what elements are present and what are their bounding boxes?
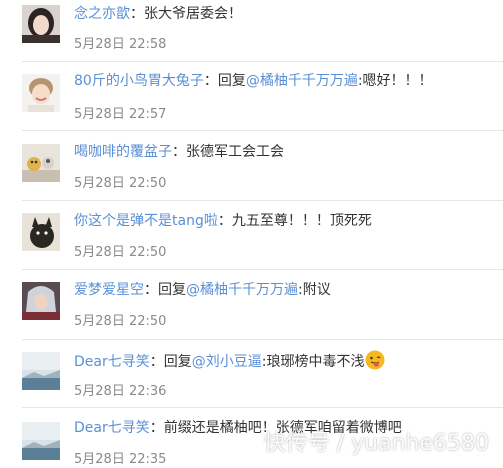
avatar[interactable] <box>22 352 60 390</box>
comment-time: 5月28日 22:57 <box>74 107 167 122</box>
comment-line: 喝咖啡的覆盆子：张德军工会工会 <box>74 143 284 161</box>
avatar-landscape-icon <box>22 352 60 390</box>
comment-text: 九五至尊！！！顶死死 <box>231 213 372 229</box>
comment-time: 5月28日 22:58 <box>74 37 167 52</box>
avatar-toys-icon <box>22 144 60 182</box>
comment-item: 你这个是弹不是tang啦：九五至尊！！！顶死死 5月28日 22:50 <box>0 201 503 270</box>
comment-line: Dear七寻笑：回复@刘小豆逼:琅琊榜中毒不浅 <box>74 350 385 371</box>
comment-line: 你这个是弹不是tang啦：九五至尊！！！顶死死 <box>74 212 372 230</box>
comment-line: 爱梦爱星空：回复@橘柚千千万万遍:附议 <box>74 281 331 299</box>
comment-separator: ： <box>172 144 186 160</box>
avatar[interactable] <box>22 213 60 251</box>
comment-separator: ： <box>217 213 232 229</box>
avatar-anime-character-icon <box>22 282 60 320</box>
avatar-dark-bird-icon <box>22 213 60 251</box>
comment-separator: ： <box>203 73 218 89</box>
avatar[interactable] <box>22 74 60 112</box>
comment-separator: ： <box>149 420 164 436</box>
comment-separator: ： <box>144 282 158 298</box>
watermark: 快传号 / yuanhe6580 <box>263 431 489 456</box>
comment-username[interactable]: 喝咖啡的覆盆子 <box>74 144 172 160</box>
reply-label: 回复 <box>163 354 192 370</box>
comment-item: 喝咖啡的覆盆子：张德军工会工会 5月28日 22:50 <box>0 131 503 201</box>
avatar-girl-dark-hair-icon <box>22 5 60 43</box>
comment-time: 5月28日 22:50 <box>74 245 167 260</box>
tongue-out-emoji-icon <box>365 350 385 370</box>
avatar[interactable] <box>22 422 60 460</box>
comment-username[interactable]: Dear七寻笑 <box>74 420 150 436</box>
comment-item: 念之亦歆：张大爷居委会！ 5月28日 22:58 <box>0 0 503 62</box>
avatar[interactable] <box>22 144 60 182</box>
reply-label: 回复 <box>158 282 186 298</box>
mention-link[interactable]: @刘小豆逼 <box>192 354 262 370</box>
comment-text: 嗯好！！！ <box>362 73 433 89</box>
comment-username[interactable]: 你这个是弹不是tang啦 <box>74 213 218 229</box>
comment-line: 念之亦歆：张大爷居委会！ <box>74 5 242 23</box>
comment-line: 80斤的小鸟胃大兔子：回复@橘柚千千万万遍:嗯好！！！ <box>74 72 433 90</box>
comment-text: 附议 <box>302 282 331 298</box>
comment-username[interactable]: 念之亦歆 <box>74 6 130 22</box>
avatar-smiling-girl-icon <box>22 74 60 112</box>
mention-link[interactable]: @橘柚千千万万遍 <box>246 73 358 89</box>
comment-username[interactable]: Dear七寻笑 <box>74 354 150 370</box>
comment-time: 5月28日 22:35 <box>74 452 167 467</box>
avatar-landscape-icon <box>22 422 60 460</box>
comment-text: 琅琊榜中毒不浅 <box>266 354 365 370</box>
comment-text: 张德军工会工会 <box>186 144 284 160</box>
comment-item: 80斤的小鸟胃大兔子：回复@橘柚千千万万遍:嗯好！！！ 5月28日 22:57 <box>0 62 503 131</box>
comment-separator: ： <box>149 354 164 370</box>
comment-separator: ： <box>130 6 144 22</box>
reply-label: 回复 <box>217 73 246 89</box>
comment-time: 5月28日 22:50 <box>74 176 167 191</box>
comment-item: 爱梦爱星空：回复@橘柚千千万万遍:附议 5月28日 22:50 <box>0 270 503 340</box>
comment-time: 5月28日 22:36 <box>74 384 167 399</box>
comment-item: Dear七寻笑：回复@刘小豆逼:琅琊榜中毒不浅 5月28日 22:36 <box>0 340 503 408</box>
comment-time: 5月28日 22:50 <box>74 314 167 329</box>
comment-username[interactable]: 80斤的小鸟胃大兔子 <box>74 73 204 89</box>
avatar[interactable] <box>22 282 60 320</box>
avatar[interactable] <box>22 5 60 43</box>
mention-link[interactable]: @橘柚千千万万遍 <box>186 282 298 298</box>
comment-text: 张大爷居委会！ <box>144 6 242 22</box>
comment-username[interactable]: 爱梦爱星空 <box>74 282 144 298</box>
